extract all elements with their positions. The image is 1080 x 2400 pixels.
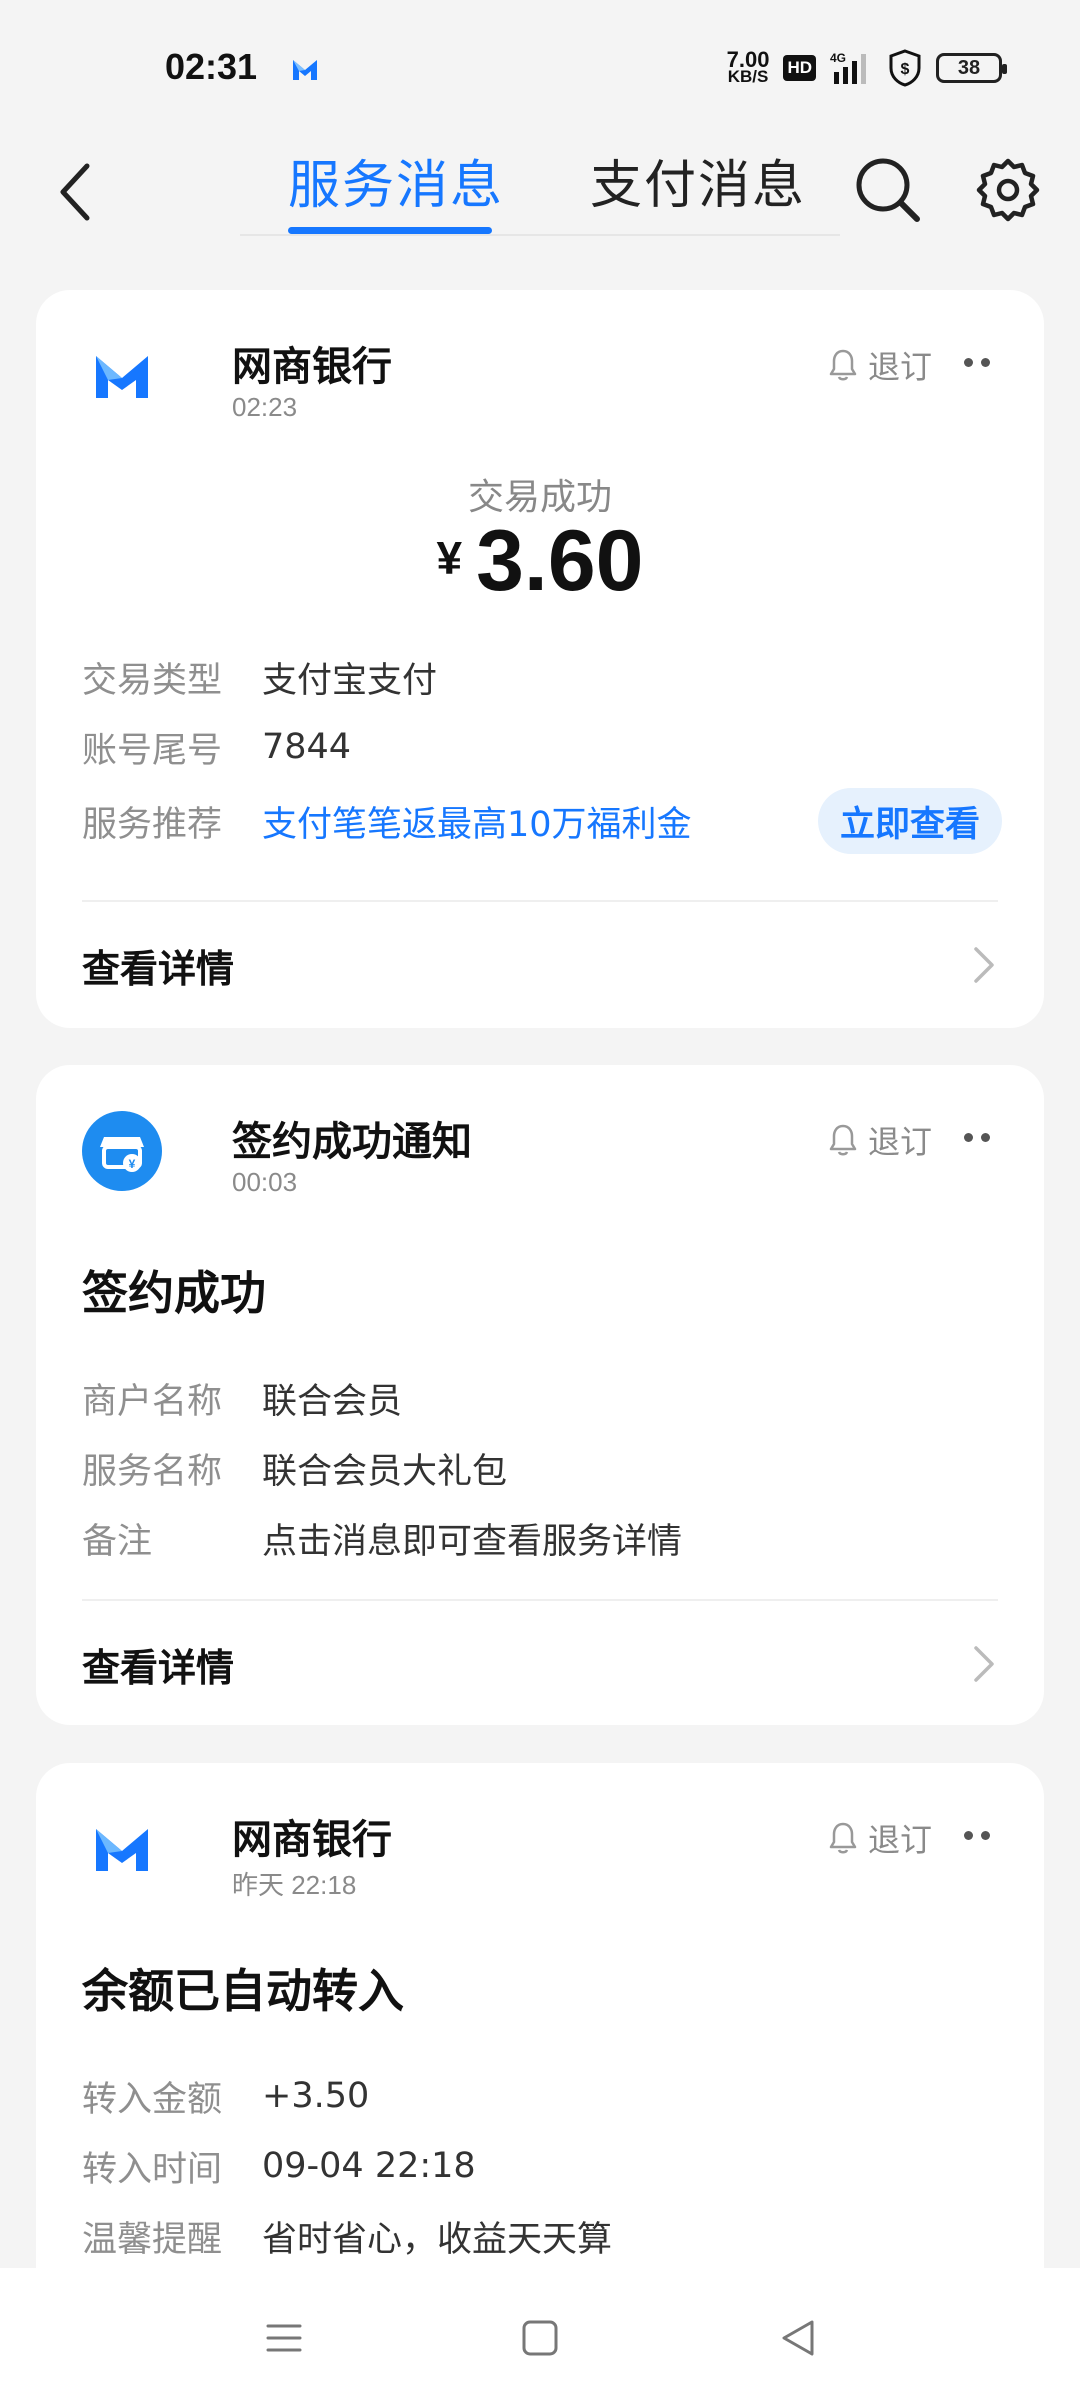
dot-icon (964, 1132, 973, 1142)
status-time: 02:31 (165, 46, 258, 87)
more-options-button[interactable] (952, 1815, 1002, 1855)
message-card-balance-transfer[interactable]: 网商银行 昨天 22:18 退订 余额已自动转入 转入金额 +3.50 转入时间… (36, 1763, 1044, 2323)
bell-icon (829, 349, 857, 381)
transaction-amount: ¥3.60 (36, 512, 1044, 611)
unsubscribe-button[interactable]: 退订 (828, 1815, 932, 1861)
card-header: ¥ 签约成功通知 00:03 退订 (82, 1109, 1002, 1209)
mybank-logo (82, 336, 162, 416)
status-bar: 02:31 7.00 KB/S HD 4G $ 38 (0, 0, 1080, 135)
sender-name: 网商银行 (232, 344, 392, 390)
bell-icon (829, 1822, 857, 1854)
tab-payment-messages[interactable]: 支付消息 (590, 143, 806, 218)
dot-icon (981, 1830, 990, 1840)
square-home-icon (522, 2320, 558, 2356)
view-details-row[interactable]: 查看详情 (82, 930, 998, 1000)
message-card-transaction[interactable]: 网商银行 02:23 退订 交易成功 ¥3.60 交易类型 支付宝支付 账号尾号… (36, 290, 1044, 1028)
message-time: 昨天 22:18 (232, 1870, 357, 1900)
mybank-notification-icon (293, 60, 317, 80)
system-back-button[interactable] (758, 2298, 838, 2378)
divider (82, 900, 998, 902)
info-row: 账号尾号 7844 (82, 727, 352, 771)
dot-icon (981, 1132, 990, 1142)
divider (82, 1599, 998, 1601)
message-time: 02:23 (232, 392, 298, 422)
tab-divider (240, 234, 840, 236)
info-row: 服务推荐 支付笔笔返最高10万福利金 (82, 796, 692, 846)
mybank-logo (82, 1809, 162, 1889)
info-row: 备注 点击消息即可查看服务详情 (82, 1521, 683, 1562)
signal-4g-icon: 4G (830, 51, 866, 84)
chevron-left-icon (60, 163, 90, 221)
svg-text:¥: ¥ (129, 1157, 136, 1171)
info-row: 温馨提醒 省时省心，收益天天算 (82, 2219, 613, 2260)
info-row: 服务名称 联合会员大礼包 (82, 1451, 508, 1492)
info-row: 转入金额 +3.50 (82, 2076, 370, 2120)
dot-icon (964, 357, 973, 367)
bell-icon (829, 1124, 857, 1156)
message-title: 余额已自动转入 (82, 1964, 404, 2018)
triangle-back-icon (782, 2320, 814, 2356)
currency-symbol: ¥ (436, 532, 463, 584)
svg-text:$: $ (901, 61, 910, 78)
message-title: 签约成功 (82, 1266, 266, 1320)
promo-link[interactable]: 支付笔笔返最高10万福利金 (262, 796, 692, 847)
network-speed: 7.00 KB/S (726, 47, 770, 86)
search-button[interactable] (850, 145, 926, 235)
home-button[interactable] (500, 2298, 580, 2378)
card-header: 网商银行 昨天 22:18 退订 (82, 1807, 1002, 1907)
info-row: 转入时间 09-04 22:18 (82, 2146, 476, 2190)
unsubscribe-button[interactable]: 退订 (828, 1117, 932, 1163)
gear-icon (976, 158, 1040, 222)
sender-name: 网商银行 (232, 1817, 392, 1863)
dot-icon (964, 1830, 973, 1840)
unsubscribe-button[interactable]: 退订 (828, 342, 932, 388)
tab-service-messages[interactable]: 服务消息 (288, 143, 504, 218)
menu-button[interactable] (244, 2298, 324, 2378)
system-nav-bar (0, 2268, 1080, 2400)
message-card-signup[interactable]: ¥ 签约成功通知 00:03 退订 签约成功 商户名称 联合会员 服务名称 联合… (36, 1065, 1044, 1725)
card-header: 网商银行 02:23 退订 (82, 334, 1002, 434)
amount-value: 3.60 (476, 513, 644, 609)
more-options-button[interactable] (952, 1117, 1002, 1157)
active-tab-indicator (288, 227, 492, 234)
dot-icon (981, 357, 990, 367)
security-shield-icon: $ (889, 49, 921, 87)
info-row: 商户名称 联合会员 (82, 1381, 403, 1422)
view-details-label: 查看详情 (82, 946, 235, 991)
view-details-label: 查看详情 (82, 1645, 235, 1690)
back-button[interactable] (45, 147, 105, 237)
svg-text:4G: 4G (830, 51, 846, 65)
chevron-right-icon (974, 947, 994, 983)
info-row: 交易类型 支付宝支付 (82, 660, 438, 701)
hd-icon: HD (783, 55, 816, 81)
settings-button[interactable] (966, 145, 1050, 235)
view-now-button[interactable]: 立即查看 (818, 788, 1002, 854)
menu-icon (266, 2324, 302, 2352)
chevron-right-icon (974, 1646, 994, 1682)
more-options-button[interactable] (952, 342, 1002, 382)
sender-name: 签约成功通知 (232, 1119, 472, 1165)
message-time: 00:03 (232, 1167, 298, 1197)
status-icons: 7.00 KB/S HD 4G $ 38 (726, 46, 1007, 90)
battery-icon: 38 (936, 53, 1007, 83)
top-nav: 服务消息 支付消息 (0, 135, 1080, 245)
view-details-row[interactable]: 查看详情 (82, 1629, 998, 1699)
signup-notification-logo: ¥ (82, 1111, 162, 1191)
search-icon (856, 158, 920, 222)
